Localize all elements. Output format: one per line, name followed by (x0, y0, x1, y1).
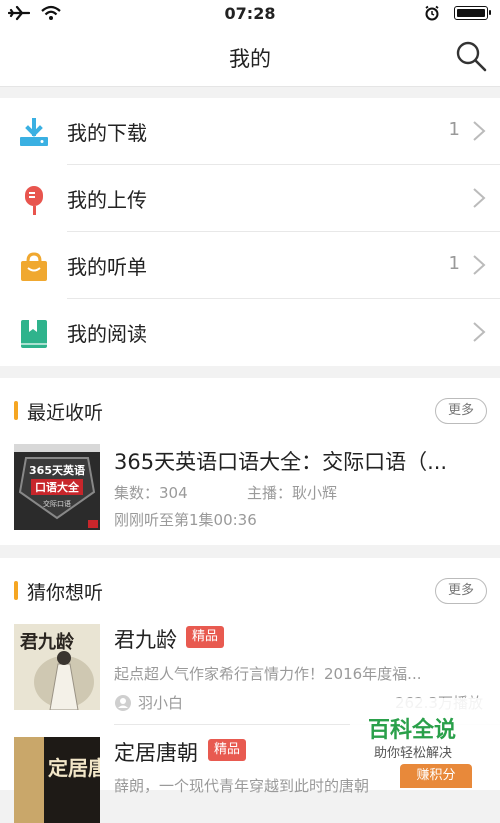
section-accent-bar (14, 581, 18, 600)
book-icon (21, 320, 47, 348)
menu-item-uploads[interactable]: 我的上传 (0, 165, 500, 232)
cover-text: 365天英语 (29, 463, 85, 477)
chevron-right-icon (473, 188, 486, 208)
watermark-badge: 百科全说 助你轻松解决 赚积分 (350, 698, 500, 790)
menu-count: 1 (448, 119, 460, 140)
section-title: 最近收听 (27, 402, 104, 424)
more-button[interactable]: 更多 (435, 578, 487, 604)
microphone-icon (25, 186, 43, 215)
item-title: 365天英语口语大全：交际口语（... (114, 450, 448, 474)
menu-label: 我的听单 (67, 255, 147, 279)
chevron-right-icon (473, 255, 486, 275)
battery-icon (454, 6, 491, 20)
premium-badge: 精品 (208, 739, 247, 761)
menu-label: 我的阅读 (67, 322, 147, 346)
status-bar: 07:28 (0, 0, 500, 28)
cover-text: 交际口语 (43, 499, 71, 508)
more-button[interactable]: 更多 (435, 398, 487, 424)
cover-text: 定居唐朝 (48, 756, 100, 780)
watermark-title: 百科全说 (368, 718, 457, 743)
item-title: 君九龄 (114, 628, 177, 652)
section-title: 猜你想听 (27, 582, 104, 604)
chevron-right-icon (473, 121, 486, 141)
search-icon[interactable] (454, 39, 488, 73)
album-cover: 君九龄 (14, 624, 100, 710)
album-cover: 365天英语 口语大全 交际口语 (14, 444, 100, 530)
anchor-avatar-icon (115, 695, 131, 711)
nav-bar: 我的 (0, 28, 500, 87)
watermark-subtitle: 助你轻松解决 (374, 746, 453, 761)
bag-icon (21, 252, 47, 281)
cover-text: 口语大全 (35, 480, 80, 494)
download-icon (20, 118, 48, 146)
item-title: 定居唐朝 (114, 741, 198, 765)
anchor-name: 羽小白 (138, 694, 184, 712)
menu-item-downloads[interactable]: 我的下载 1 (0, 98, 500, 165)
menu-item-reading[interactable]: 我的阅读 (0, 299, 500, 366)
earn-points-button[interactable]: 赚积分 (400, 764, 472, 788)
host-name: 主播：耿小辉 (247, 484, 338, 502)
menu-label: 我的下载 (67, 121, 147, 145)
cover-text: 君九龄 (20, 631, 75, 653)
recent-section: 最近收听 更多 365天英语 口语大全 交际口语 365天英语口语大全：交际口语… (0, 378, 500, 545)
premium-badge: 精品 (186, 626, 225, 648)
episode-count: 集数：304 (114, 484, 188, 502)
album-cover: 定居唐朝 (14, 737, 100, 823)
recent-item[interactable]: 365天英语 口语大全 交际口语 365天英语口语大全：交际口语（... 集数：… (0, 444, 500, 534)
chevron-right-icon (473, 322, 486, 342)
menu-item-playlists[interactable]: 我的听单 1 (0, 232, 500, 299)
page-title: 我的 (229, 47, 271, 71)
item-description: 薛朗，一个现代青年穿越到此时的唐朝 (114, 777, 370, 795)
play-progress: 刚刚听至第1集00:36 (114, 511, 257, 529)
item-description: 起点超人气作家希行言情力作！2016年度福... (114, 665, 422, 683)
menu-label: 我的上传 (67, 188, 147, 212)
alarm-icon (425, 5, 439, 21)
menu-count: 1 (448, 253, 460, 274)
my-menu-list: 我的下载 1 我的上传 我的听单 1 我的阅读 (0, 98, 500, 366)
section-accent-bar (14, 401, 18, 420)
